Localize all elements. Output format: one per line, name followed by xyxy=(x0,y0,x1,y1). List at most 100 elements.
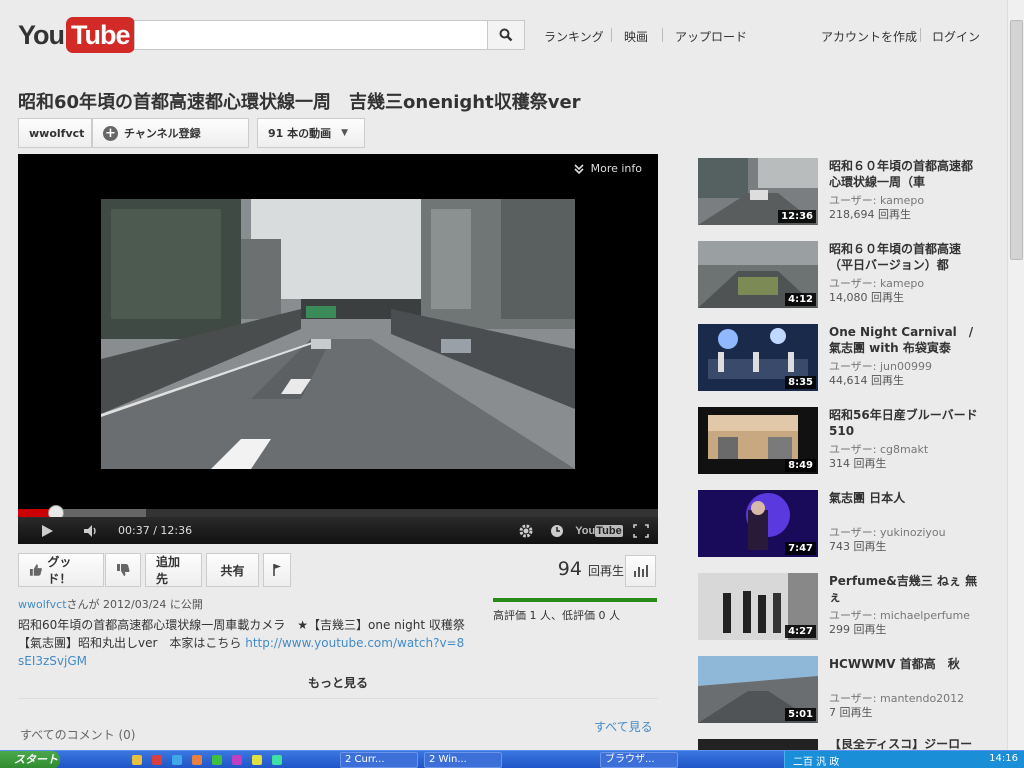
related-thumbnail[interactable]: 5:01 xyxy=(698,656,818,723)
related-views: 218,694 回再生 xyxy=(829,208,911,221)
share-button[interactable]: 共有 xyxy=(206,553,259,587)
show-more-button[interactable]: もっと見る xyxy=(18,674,658,699)
related-title[interactable]: 氣志團 日本人 xyxy=(829,490,979,506)
related-title[interactable]: 昭和56年日産ブルーバード510 xyxy=(829,407,979,439)
volume-button[interactable] xyxy=(80,517,102,544)
see-all-comments-link[interactable]: すべて見る xyxy=(594,718,653,735)
related-thumbnail[interactable]: 8:49 xyxy=(698,407,818,474)
related-thumbnail[interactable] xyxy=(698,739,818,750)
masthead: You Tube ランキング 映画 アップロード アカウントを作成 ログイン xyxy=(0,0,1007,72)
related-video-item[interactable]: 4:27 Perfume&吉幾三 ねぇ 無ぇ ユーザー: michaelperf… xyxy=(698,573,988,641)
logo-tube: Tube xyxy=(66,17,135,53)
more-info-button[interactable]: More info xyxy=(573,162,642,175)
related-views: 314 回再生 xyxy=(829,457,887,470)
statistics-button[interactable] xyxy=(625,555,656,587)
fullscreen-button[interactable] xyxy=(630,517,652,544)
gear-icon xyxy=(519,524,533,537)
scrollbar-thumb[interactable] xyxy=(1010,20,1023,260)
settings-button[interactable] xyxy=(516,517,536,544)
search-button[interactable] xyxy=(487,20,525,50)
quicklaunch-icon[interactable] xyxy=(212,755,222,765)
related-title[interactable]: 【良全ディスコ】ジーロー xyxy=(829,739,979,750)
related-title[interactable]: One Night Carnival / 氣志團 with 布袋寅泰 xyxy=(829,324,979,356)
duration: 12:36 xyxy=(160,524,193,537)
taskbar-window[interactable]: 2 Curr... xyxy=(340,752,418,768)
youtube-logo[interactable]: You Tube xyxy=(18,16,135,54)
video-duration: 5:01 xyxy=(785,708,816,721)
related-thumbnail[interactable]: 8:35 xyxy=(698,324,818,391)
add-to-button[interactable]: 追加先 xyxy=(145,553,202,587)
search-icon xyxy=(499,28,513,42)
rating-bar xyxy=(493,598,657,602)
related-thumbnail[interactable]: 7:47 xyxy=(698,490,818,557)
clock-icon xyxy=(551,524,563,537)
subscribe-button[interactable]: + チャンネル登録 xyxy=(92,118,249,148)
nav-ranking[interactable]: ランキング xyxy=(544,28,604,45)
nav-separator xyxy=(611,28,612,42)
fullscreen-icon xyxy=(633,523,649,538)
create-account-link[interactable]: アカウントを作成 xyxy=(821,28,917,45)
quicklaunch-icon[interactable] xyxy=(232,755,242,765)
subscribe-label: チャンネル登録 xyxy=(124,127,201,140)
related-thumbnail[interactable]: 4:27 xyxy=(698,573,818,640)
like-button[interactable]: グッド！ xyxy=(18,553,104,587)
related-video-item[interactable]: 4:12 昭和６０年頃の首都高速（平日バージョン）都 ユーザー: kamepo … xyxy=(698,241,988,309)
related-title[interactable]: 昭和６０年頃の首都高速（平日バージョン）都 xyxy=(829,241,979,273)
related-video-item[interactable]: 8:35 One Night Carnival / 氣志團 with 布袋寅泰 … xyxy=(698,324,988,392)
video-duration: 8:35 xyxy=(785,376,816,389)
chevron-down-icon: ▼ xyxy=(341,128,349,138)
related-video-item[interactable]: 7:47 氣志團 日本人 ユーザー: yukinoziyou 743 回再生 xyxy=(698,490,988,558)
logo-you: You xyxy=(18,19,65,50)
thumbs-down-icon xyxy=(117,564,130,576)
quicklaunch-icon[interactable] xyxy=(152,755,162,765)
quicklaunch-icon[interactable] xyxy=(132,755,142,765)
video-count-dropdown[interactable]: 91 本の動画 ▼ xyxy=(257,118,365,148)
video-player[interactable]: More info 00:37 / 12:36 YouTube xyxy=(18,154,658,544)
speaker-icon xyxy=(84,524,96,537)
view-count-number: 94 xyxy=(557,558,582,580)
play-button[interactable] xyxy=(36,517,58,544)
related-video-item[interactable]: 【良全ディスコ】ジーロー xyxy=(698,739,988,750)
youtube-button[interactable]: YouTube xyxy=(575,517,623,544)
player-controls: 00:37 / 12:36 YouTube xyxy=(18,517,658,544)
flag-button[interactable] xyxy=(263,553,291,587)
related-thumbnail[interactable]: 12:36 xyxy=(698,158,818,225)
related-views: 14,080 回再生 xyxy=(829,291,904,304)
related-thumbnail[interactable]: 4:12 xyxy=(698,241,818,308)
quicklaunch-icon[interactable] xyxy=(272,755,282,765)
related-video-item[interactable]: 12:36 昭和６０年頃の首都高速都心環状線一周（車 ユーザー: kamepo … xyxy=(698,158,988,226)
channel-bar: wwolfvct + チャンネル登録 91 本の動画 ▼ xyxy=(18,118,365,148)
related-video-item[interactable]: 8:49 昭和56年日産ブルーバード510 ユーザー: cg8makt 314 … xyxy=(698,407,988,475)
progress-bar[interactable] xyxy=(18,505,658,521)
video-duration: 4:27 xyxy=(785,625,816,638)
nav-upload[interactable]: アップロード xyxy=(675,28,747,45)
taskbar-window[interactable]: ブラウザ... xyxy=(600,752,678,768)
nav-movies[interactable]: 映画 xyxy=(624,28,648,45)
login-link[interactable]: ログイン xyxy=(932,28,980,45)
page-scrollbar[interactable] xyxy=(1007,0,1024,750)
related-title[interactable]: HCWWMV 首都高 秋 xyxy=(829,656,979,672)
quicklaunch-icon[interactable] xyxy=(192,755,202,765)
watch-later-button[interactable] xyxy=(547,517,567,544)
related-title[interactable]: Perfume&吉幾三 ねぇ 無ぇ xyxy=(829,573,979,605)
youtube-mini-logo: YouTube xyxy=(575,524,623,537)
video-description: 昭和60年頃の首都高速都心環状線一周車載カメラ ★【吉幾三】one night … xyxy=(18,616,468,670)
tray-ime[interactable]: 二百 汎 政 xyxy=(793,753,839,768)
video-duration: 7:47 xyxy=(785,542,816,555)
video-title: 昭和60年頃の首都高速都心環状線一周 吉幾三onenight収穫祭ver xyxy=(18,92,581,113)
quicklaunch-icon[interactable] xyxy=(172,755,182,765)
start-button[interactable]: スタート xyxy=(0,751,60,768)
dislike-button[interactable] xyxy=(105,553,141,587)
flag-icon xyxy=(273,564,281,576)
quicklaunch-icon[interactable] xyxy=(252,755,262,765)
taskbar-window[interactable]: 2 Win... xyxy=(424,752,502,768)
video-frame[interactable] xyxy=(101,199,575,469)
channel-name-button[interactable]: wwolfvct xyxy=(18,118,92,148)
search-input[interactable] xyxy=(134,20,488,50)
bar-chart-icon xyxy=(633,565,648,577)
related-video-item[interactable]: 5:01 HCWWMV 首都高 秋 ユーザー: mantendo2012 7 回… xyxy=(698,656,988,724)
rating-text: 高評価 1 人、低評価 0 人 xyxy=(493,609,620,622)
uploader-link[interactable]: wwolfvct xyxy=(18,598,67,611)
related-views: 7 回再生 xyxy=(829,706,873,719)
related-title[interactable]: 昭和６０年頃の首都高速都心環状線一周（車 xyxy=(829,158,979,190)
